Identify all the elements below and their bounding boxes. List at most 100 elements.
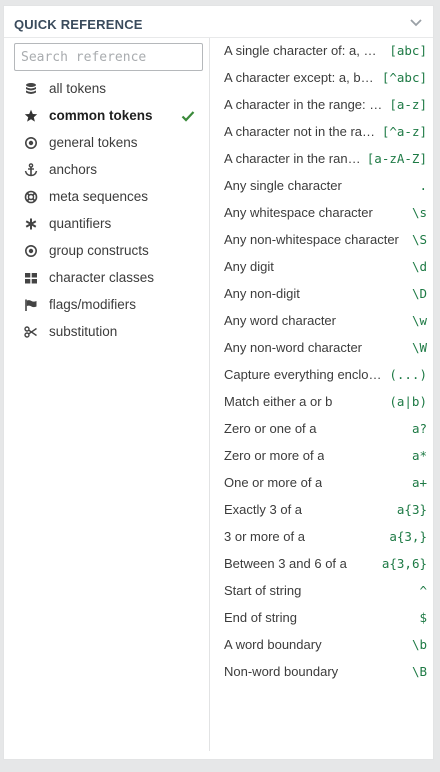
reference-item[interactable]: Zero or more of a a* [210, 443, 433, 470]
reference-item[interactable]: End of string $ [210, 605, 433, 632]
reference-item[interactable]: Any digit \d [210, 254, 433, 281]
dot-circle-icon [25, 137, 37, 149]
reference-description: Match either a or b [224, 394, 333, 409]
reference-token: a{3,} [389, 529, 427, 544]
reference-token: ^ [419, 583, 427, 598]
reference-item[interactable]: Capture everything enclosed (...) [210, 362, 433, 389]
reference-token: \w [411, 313, 427, 328]
category-item-substitution[interactable]: substitution [4, 319, 209, 346]
reference-item[interactable]: Exactly 3 of a a{3} [210, 497, 433, 524]
reference-token: a+ [411, 475, 427, 490]
flag-icon [25, 299, 37, 311]
category-item-character-classes[interactable]: character classes [4, 265, 209, 292]
reference-description: Any non-word character [224, 340, 363, 355]
reference-token: a* [411, 448, 427, 463]
reference-item[interactable]: 3 or more of a a{3,} [210, 524, 433, 551]
reference-description: One or more of a [224, 475, 323, 490]
reference-token: \b [411, 637, 427, 652]
category-item-meta-sequences[interactable]: meta sequences [4, 184, 209, 211]
reference-item[interactable]: Any word character \w [210, 308, 433, 335]
reference-description: Zero or one of a [224, 421, 317, 436]
reference-item[interactable]: Any non-word character \W [210, 335, 433, 362]
category-item-anchors[interactable]: anchors [4, 157, 209, 184]
reference-item[interactable]: A character in the range: a-z or A-Z [a-z… [210, 146, 433, 173]
reference-description: A character in the range: a-z or A-Z [224, 151, 361, 166]
panel-title: QUICK REFERENCE [14, 17, 143, 32]
reference-description: A character not in the range: a-z [224, 124, 376, 139]
category-list: all tokens common tokens general tokens [4, 76, 209, 346]
anchor-icon [24, 163, 38, 177]
reference-description: A character except: a, b or c [224, 70, 376, 85]
reference-token: [^abc] [381, 70, 427, 85]
reference-item[interactable]: Any non-digit \D [210, 281, 433, 308]
quick-reference-panel: QUICK REFERENCE all tokens common tokens [3, 5, 434, 760]
category-label: character classes [49, 270, 155, 285]
reference-item[interactable]: A character except: a, b or c [^abc] [210, 65, 433, 92]
reference-token: $ [419, 610, 427, 625]
reference-token: \D [411, 286, 427, 301]
category-sidebar: all tokens common tokens general tokens [4, 38, 209, 759]
category-item-common-tokens[interactable]: common tokens [4, 103, 209, 130]
reference-item[interactable]: Match either a or b (a|b) [210, 389, 433, 416]
checkmark-icon [181, 111, 195, 122]
reference-description: Non-word boundary [224, 664, 339, 679]
reference-token: a{3} [396, 502, 427, 517]
reference-item[interactable]: One or more of a a+ [210, 470, 433, 497]
chevron-down-icon[interactable] [409, 18, 423, 28]
reference-token: [^a-z] [381, 124, 427, 139]
reference-token: a{3,6} [381, 556, 427, 571]
category-item-quantifiers[interactable]: quantifiers [4, 211, 209, 238]
reference-item[interactable]: Any non-whitespace character \S [210, 227, 433, 254]
reference-item[interactable]: Any whitespace character \s [210, 200, 433, 227]
reference-description: A character in the range: a-z [224, 97, 383, 112]
panel-header[interactable]: QUICK REFERENCE [4, 6, 433, 38]
reference-item[interactable]: A character in the range: a-z [a-z] [210, 92, 433, 119]
scissors-icon [24, 326, 37, 338]
reference-item[interactable]: Any single character. [210, 173, 433, 200]
category-label: substitution [49, 324, 118, 339]
category-label: flags/modifiers [49, 297, 137, 312]
reference-token: \S [411, 232, 427, 247]
reference-item[interactable]: Start of string ^ [210, 578, 433, 605]
reference-token: \s [411, 205, 427, 220]
reference-token: [abc] [389, 43, 427, 58]
reference-description: Any word character [224, 313, 336, 328]
category-label: meta sequences [49, 189, 149, 204]
reference-token: a? [411, 421, 427, 436]
reference-description: Any single character [224, 178, 342, 193]
category-item-flags-modifiers[interactable]: flags/modifiers [4, 292, 209, 319]
reference-token: \W [411, 340, 427, 355]
search-input[interactable] [14, 43, 203, 71]
lifebuoy-icon [24, 190, 38, 204]
category-label: common tokens [49, 108, 153, 123]
reference-description: Capture everything enclosed [224, 367, 383, 382]
category-label: quantifiers [49, 216, 112, 231]
reference-token: \d [411, 259, 427, 274]
reference-token: [a-zA-Z] [366, 151, 427, 166]
dot-circle-icon [25, 245, 37, 257]
category-item-general-tokens[interactable]: general tokens [4, 130, 209, 157]
reference-token: . [419, 178, 427, 193]
reference-item[interactable]: Between 3 and 6 of a a{3,6} [210, 551, 433, 578]
reference-description: Any whitespace character [224, 205, 373, 220]
reference-list: A single character of: a, b or c [abc] A c… [210, 38, 433, 686]
reference-item[interactable]: Non-word boundary \B [210, 659, 433, 686]
category-item-group-constructs[interactable]: group constructs [4, 238, 209, 265]
reference-item[interactable]: Zero or one of a a? [210, 416, 433, 443]
reference-description: A single character of: a, b or c [224, 43, 383, 58]
reference-item[interactable]: A single character of: a, b or c [abc] [210, 38, 433, 65]
reference-description: Zero or more of a [224, 448, 325, 463]
reference-token: \B [411, 664, 427, 679]
reference-description: 3 or more of a [224, 529, 305, 544]
reference-description: End of string [224, 610, 297, 625]
reference-item[interactable]: A character not in the range: a-z [^a-z] [210, 119, 433, 146]
category-label: group constructs [49, 243, 149, 258]
reference-description: Any non-whitespace character [224, 232, 399, 247]
reference-item[interactable]: A word boundary \b [210, 632, 433, 659]
database-icon [26, 83, 36, 94]
category-item-all-tokens[interactable]: all tokens [4, 76, 209, 103]
reference-token: (...) [389, 367, 427, 382]
reference-description: Any non-digit [224, 286, 300, 301]
reference-description: Any digit [224, 259, 274, 274]
category-label: general tokens [49, 135, 138, 150]
